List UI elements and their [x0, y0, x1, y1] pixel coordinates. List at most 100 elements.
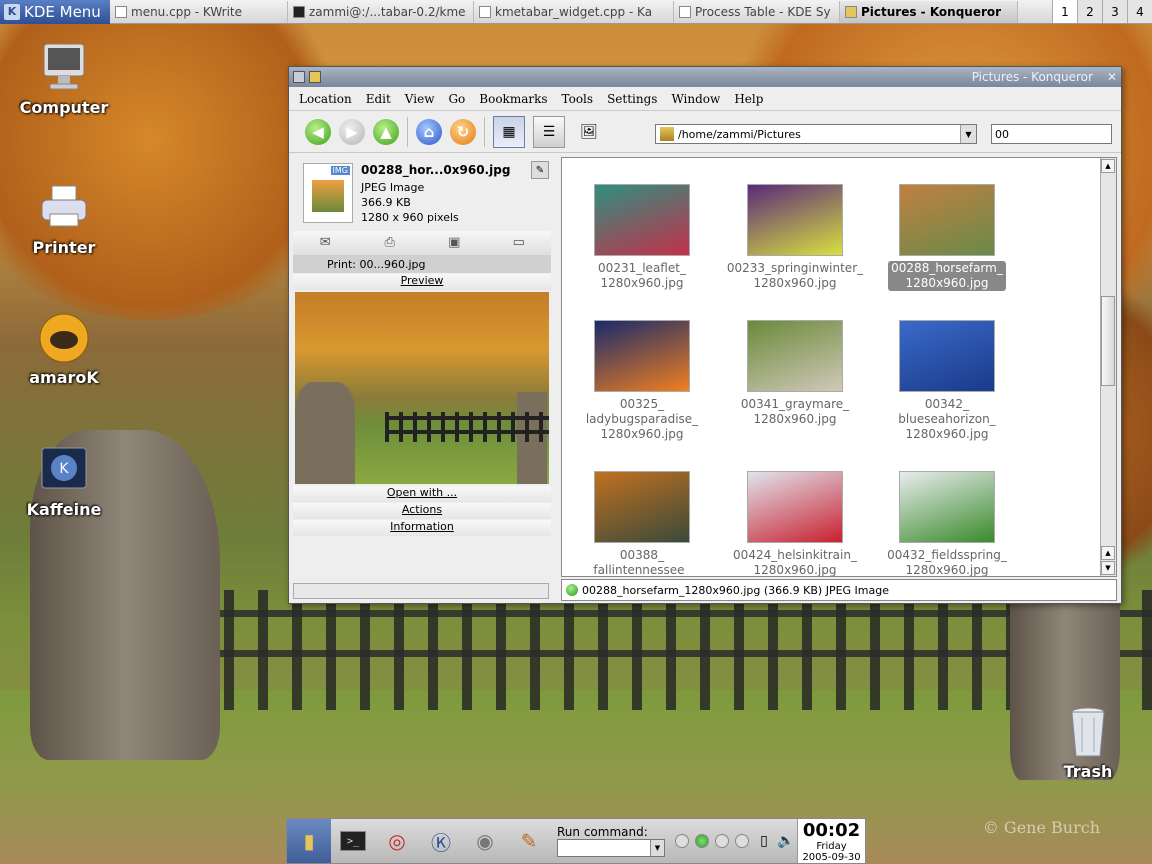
- scroll-up-icon[interactable]: ▲: [1101, 159, 1115, 173]
- task-process-table[interactable]: Process Table - KDE Sy: [674, 0, 840, 23]
- scrollbar-thumb[interactable]: [1101, 296, 1115, 386]
- next-track-button[interactable]: [735, 834, 749, 848]
- menu-go[interactable]: Go: [448, 92, 465, 106]
- location-bar[interactable]: /home/zammi/Pictures ▼: [655, 124, 977, 144]
- edit-icon[interactable]: ✉: [316, 235, 334, 251]
- chevron-down-icon[interactable]: ▼: [960, 125, 976, 143]
- menu-settings[interactable]: Settings: [607, 92, 657, 106]
- menu-window[interactable]: Window: [671, 92, 720, 106]
- close-icon[interactable]: ✎: [531, 161, 549, 179]
- desktop-3-button[interactable]: 3: [1102, 0, 1127, 23]
- desktop-icon-kaffeine[interactable]: K Kaffeine: [4, 442, 124, 519]
- forward-icon[interactable]: ▶: [339, 118, 365, 145]
- desktop-1-button[interactable]: 1: [1052, 0, 1077, 23]
- scroll-up-icon[interactable]: ▲: [1101, 546, 1115, 560]
- task-label: Pictures - Konqueror: [861, 4, 1002, 19]
- task-konsole[interactable]: zammi@:/...tabar-0.2/kme: [288, 0, 474, 23]
- kde-menu-button[interactable]: K KDE Menu: [0, 0, 110, 24]
- home-folder-button[interactable]: ▮: [287, 819, 331, 863]
- kde-launcher-button[interactable]: Ⓚ: [419, 819, 463, 863]
- run-command-input[interactable]: ▼: [557, 839, 665, 857]
- home-icon[interactable]: ⌂: [416, 118, 442, 145]
- play-button[interactable]: [695, 834, 709, 848]
- file-item[interactable]: 00432_fieldsspring_ 1280x960.jpg: [877, 471, 1017, 576]
- print-label[interactable]: Print: 00...960.jpg: [293, 255, 551, 273]
- image-thumbnail: [899, 184, 995, 256]
- vertical-scrollbar[interactable]: ▲ ▲ ▼: [1100, 158, 1116, 576]
- desktop-icon-computer[interactable]: Computer: [4, 40, 124, 117]
- file-item[interactable]: 00388_ fallintennessee_: [572, 471, 712, 576]
- file-caption: 00233_springinwinter_ 1280x960.jpg: [726, 261, 864, 290]
- clipboard-icon[interactable]: ▯: [753, 819, 775, 863]
- task-konqueror[interactable]: Pictures - Konqueror: [840, 0, 1018, 23]
- desktop-icon-printer[interactable]: Printer: [4, 180, 124, 257]
- image-viewer-icon[interactable]: 🖼: [573, 116, 605, 148]
- file-dimensions: 1280 x 960 pixels: [361, 211, 459, 224]
- window-titlebar[interactable]: Pictures - Konqueror ✕: [289, 67, 1121, 87]
- search-input[interactable]: 00: [991, 124, 1112, 144]
- task-label: menu.cpp - KWrite: [131, 4, 243, 19]
- pencil-icon: ✎: [520, 829, 538, 853]
- service-bar: ✉ ⎙ ▣ ▭: [293, 231, 551, 255]
- file-item[interactable]: 00424_helsinkitrain_ 1280x960.jpg: [725, 471, 865, 576]
- up-icon[interactable]: ▲: [373, 118, 399, 145]
- svg-text:K: K: [59, 461, 69, 477]
- back-icon[interactable]: ◀: [305, 118, 331, 145]
- monitor-icon[interactable]: ▭: [510, 235, 528, 251]
- clock[interactable]: 00:02 Friday 2005-09-30: [797, 819, 865, 863]
- actions-link[interactable]: Actions: [293, 503, 551, 519]
- editor-button[interactable]: ✎: [507, 819, 551, 863]
- icon-view-button[interactable]: ▦: [493, 115, 525, 148]
- lifesaver-help-button[interactable]: ◎: [375, 819, 419, 863]
- window-title: Pictures - Konqueror: [971, 70, 1093, 84]
- detail-view-button[interactable]: ☰: [533, 115, 565, 148]
- file-item[interactable]: 00341_graymare_ 1280x960.jpg: [725, 320, 865, 427]
- task-kwrite[interactable]: menu.cpp - KWrite: [110, 0, 288, 23]
- kde-logo-icon: K: [4, 3, 20, 20]
- menu-edit[interactable]: Edit: [366, 92, 391, 106]
- file-item[interactable]: 00288_horsefarm_ 1280x960.jpg: [877, 184, 1017, 291]
- printer-icon[interactable]: ⎙: [381, 235, 399, 251]
- computer-icon: [43, 43, 85, 90]
- preview-link[interactable]: Preview: [293, 274, 551, 290]
- konsole-button[interactable]: >_: [331, 819, 375, 863]
- file-item[interactable]: 00231_leaflet_ 1280x960.jpg: [572, 184, 712, 291]
- reload-icon[interactable]: ↻: [450, 118, 476, 145]
- prev-track-button[interactable]: [675, 834, 689, 848]
- desktop-pager: 1 2 3 4: [1052, 0, 1152, 23]
- menu-location[interactable]: Location: [299, 92, 352, 106]
- kaffeine-icon: K: [41, 447, 87, 489]
- taskbar: K KDE Menu menu.cpp - KWrite zammi@:/...…: [0, 0, 1152, 24]
- desktop-icon-amarok[interactable]: amaroK: [4, 310, 124, 387]
- volume-icon[interactable]: 🔈: [775, 819, 797, 863]
- file-item[interactable]: 00325_ ladybugsparadise_ 1280x960.jpg: [572, 320, 712, 442]
- desktop-2-button[interactable]: 2: [1077, 0, 1102, 23]
- pause-button[interactable]: [715, 834, 729, 848]
- chevron-down-icon[interactable]: ▼: [650, 840, 664, 856]
- desktop-4-button[interactable]: 4: [1127, 0, 1152, 23]
- image-icon[interactable]: ▣: [445, 235, 463, 251]
- file-item[interactable]: 00342_ blueseahorizon_ 1280x960.jpg: [877, 320, 1017, 442]
- menu-tools[interactable]: Tools: [562, 92, 594, 106]
- scroll-down-icon[interactable]: ▼: [1101, 561, 1115, 575]
- status-led-icon: [566, 584, 578, 596]
- desktop-icon-trash[interactable]: Trash: [1028, 704, 1148, 781]
- task-kate[interactable]: kmetabar_widget.cpp - Ka: [474, 0, 674, 23]
- close-icon[interactable]: ✕: [1107, 70, 1117, 84]
- menu-help[interactable]: Help: [734, 92, 763, 106]
- task-label: zammi@:/...tabar-0.2/kme: [309, 4, 466, 19]
- image-file-icon: IMG: [303, 163, 353, 223]
- desktop-icon-label: amaroK: [29, 368, 99, 387]
- menu-view[interactable]: View: [405, 92, 435, 106]
- file-item[interactable]: 00233_springinwinter_ 1280x960.jpg: [725, 184, 865, 291]
- kde-menu-label: KDE Menu: [24, 2, 101, 21]
- toolbar-separator: [484, 116, 485, 147]
- information-link[interactable]: Information: [293, 520, 551, 536]
- menu-bookmarks[interactable]: Bookmarks: [479, 92, 547, 106]
- browser-button[interactable]: ◉: [463, 819, 507, 863]
- image-thumbnail: [899, 471, 995, 543]
- file-caption: 00342_ blueseahorizon_ 1280x960.jpg: [898, 397, 996, 441]
- open-with-link[interactable]: Open with ...: [293, 486, 551, 502]
- window-menu-button[interactable]: [293, 71, 305, 83]
- folder-icon: [309, 71, 321, 83]
